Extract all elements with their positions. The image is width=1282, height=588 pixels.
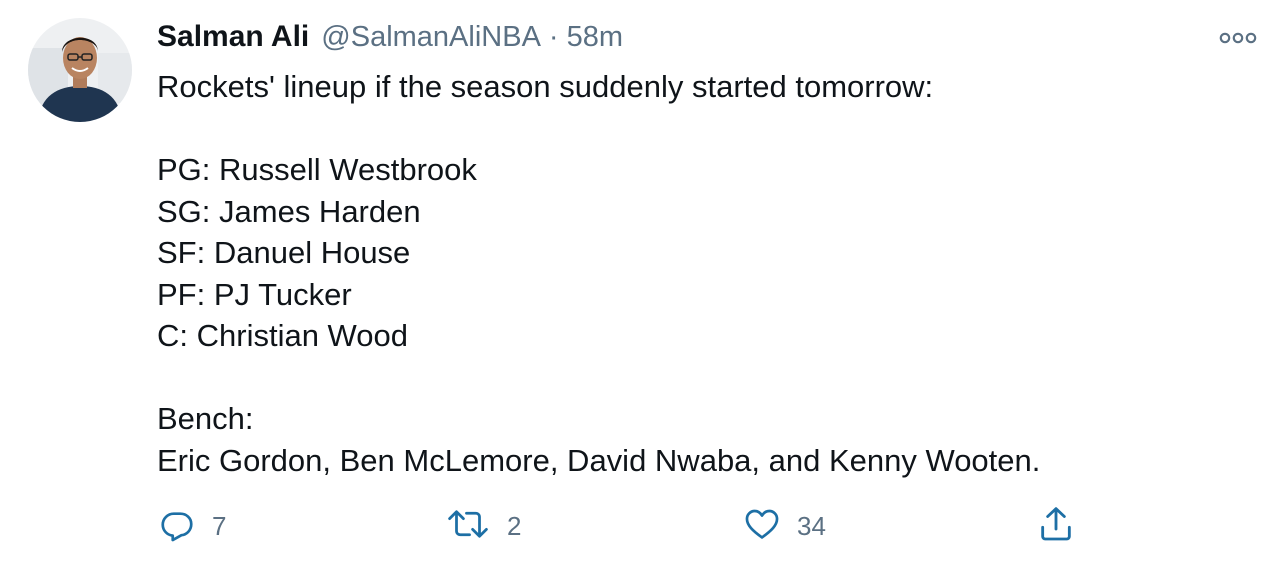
retweet-icon — [445, 505, 491, 548]
author-handle[interactable]: @SalmanAliNBA — [321, 21, 541, 54]
tweet-line: Bench: — [157, 401, 254, 436]
share-button[interactable] — [1036, 496, 1076, 556]
like-button[interactable]: 34 — [743, 496, 826, 556]
tweet-line — [157, 108, 1257, 150]
tweet-line: SG: James Harden — [157, 193, 421, 229]
avatar-image — [28, 18, 132, 122]
tweet-line: SF: Danuel House — [157, 235, 411, 270]
tweet-line: PG: Russell Westbrook — [157, 152, 477, 187]
retweet-button[interactable]: 2 — [445, 496, 521, 556]
reply-icon — [158, 505, 196, 548]
tweet-line — [157, 357, 1257, 399]
tweet-line: PF: PJ Tucker — [157, 276, 352, 312]
like-count: 34 — [797, 510, 826, 541]
retweet-count: 2 — [507, 510, 522, 541]
tweet-line: C: Christian Wood — [157, 318, 408, 353]
more-icon[interactable] — [1216, 24, 1260, 52]
separator: · — [548, 21, 559, 53]
action-bar: 7 2 34 — [0, 496, 1282, 556]
share-icon — [1036, 504, 1076, 549]
tweet-card[interactable]: Salman Ali @SalmanAliNBA · 58m Rockets' … — [0, 0, 1282, 588]
author-name[interactable]: Salman Ali — [157, 20, 309, 54]
avatar[interactable] — [28, 18, 132, 122]
tweet-text: Rockets' lineup if the season suddenly s… — [157, 66, 1257, 481]
tweet-header: Salman Ali @SalmanAliNBA · 58m — [157, 20, 623, 60]
reply-button[interactable]: 7 — [158, 496, 226, 556]
tweet-line: Rockets' lineup if the season suddenly s… — [157, 69, 934, 104]
reply-count: 7 — [212, 510, 227, 541]
heart-icon — [743, 505, 781, 548]
timestamp[interactable]: 58m — [567, 21, 623, 54]
tweet-line: Eric Gordon, Ben McLemore, David Nwaba, … — [157, 442, 1041, 478]
